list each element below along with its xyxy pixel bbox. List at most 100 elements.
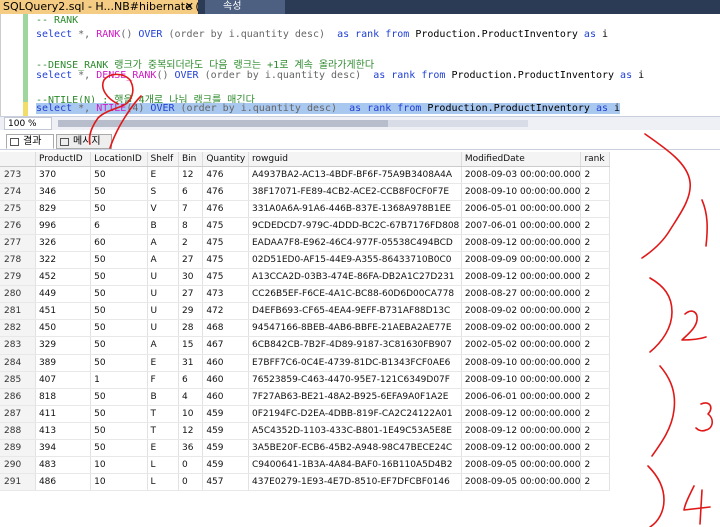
cell-rank[interactable]: 2 [580,371,610,389]
cell-productid[interactable]: 996 [35,217,92,235]
cell-shelf[interactable]: B [147,217,180,235]
cell-modifieddate[interactable]: 2002-05-02 00:00:00.000 [461,336,582,355]
cell-productid[interactable]: 346 [35,183,92,201]
cell-shelf[interactable]: B [147,388,180,406]
cell-rank[interactable]: 2 [580,439,610,458]
table-row[interactable]: 275 829 50 V 7 476 331A0A6A-91A6-446B-837E-136… [0,200,610,218]
cell-rank[interactable]: 2 [580,268,610,287]
cell-rank[interactable]: 2 [580,234,610,252]
cell-rank[interactable]: 2 [580,456,610,475]
table-row[interactable]: 290 483 10 L 0 459 C9400641-1B3A-4A84-BAF0-16B… [0,456,610,475]
cell-modifieddate[interactable]: 2008-09-02 00:00:00.000 [461,302,582,321]
cell-bin[interactable]: 27 [178,285,204,304]
cell-row-number[interactable]: 285 [0,371,36,389]
cell-rank[interactable]: 2 [580,319,610,338]
cell-rowguid[interactable]: D4EFB693-CF65-4EA4-9EFF-B731AF88D13C [248,302,462,321]
cell-rowguid[interactable]: 02D51ED0-AF15-44E9-A355-86433710B0C0 [248,251,462,270]
cell-modifieddate[interactable]: 2008-09-05 00:00:00.000 [461,473,582,492]
table-row[interactable]: 276 996 6 B 8 475 9CDEDCD7-979C-4DDD-BC2C-67B7… [0,217,610,235]
cell-rank[interactable]: 2 [580,166,610,184]
cell-bin[interactable]: 30 [178,268,204,287]
cell-rank[interactable]: 2 [580,405,610,423]
cell-shelf[interactable]: E [147,166,180,184]
cell-bin[interactable]: 27 [178,251,204,270]
cell-rowguid[interactable]: 9CDEDCD7-979C-4DDD-BC2C-67B7176FD808 [248,217,462,235]
cell-rowguid[interactable]: A4937BA2-AC13-4BDF-BF6F-75A9B3408A4A [248,166,462,184]
cell-rank[interactable]: 2 [580,354,610,372]
cell-modifieddate[interactable]: 2006-05-01 00:00:00.000 [461,200,582,218]
cell-modifieddate[interactable]: 2007-06-01 00:00:00.000 [461,217,582,235]
cell-locationid[interactable]: 60 [90,234,148,252]
cell-modifieddate[interactable]: 2008-09-02 00:00:00.000 [461,319,582,338]
cell-quantity[interactable]: 475 [202,234,249,252]
cell-quantity[interactable]: 459 [202,405,249,423]
cell-rowguid[interactable]: 7F27AB63-BE21-48A2-B925-6EFA9A0F1A2E [248,388,462,406]
cell-modifieddate[interactable]: 2008-09-10 00:00:00.000 [461,183,582,201]
cell-row-number[interactable]: 281 [0,302,36,321]
tab-messages[interactable]: 메시지 [56,134,112,149]
cell-rank[interactable]: 2 [580,217,610,235]
cell-bin[interactable]: 29 [178,302,204,321]
cell-shelf[interactable]: F [147,371,180,389]
cell-quantity[interactable]: 475 [202,217,249,235]
cell-shelf[interactable]: L [147,456,180,475]
cell-row-number[interactable]: 283 [0,336,36,355]
cell-productid[interactable]: 407 [35,371,92,389]
cell-rowguid[interactable]: 331A0A6A-91A6-446B-837E-1368A978B1EE [248,200,462,218]
cell-locationid[interactable]: 10 [90,456,148,475]
cell-row-number[interactable]: 287 [0,405,36,423]
cell-rowguid[interactable]: 94547166-8BEB-4AB6-BBFE-21AEBA2AE77E [248,319,462,338]
cell-modifieddate[interactable]: 2008-09-03 00:00:00.000 [461,166,582,184]
column-header-rank[interactable]: rank [580,152,610,167]
cell-modifieddate[interactable]: 2006-06-01 00:00:00.000 [461,388,582,406]
cell-row-number[interactable]: 279 [0,268,36,287]
cell-rank[interactable]: 2 [580,336,610,355]
cell-quantity[interactable]: 459 [202,422,249,441]
cell-rank[interactable]: 2 [580,473,610,492]
table-row[interactable]: 281 451 50 U 29 472 D4EFB693-CF65-4EA4-9EFF-B7… [0,302,610,321]
tab-properties[interactable]: 속성 [205,0,285,14]
column-header-rowguid[interactable]: rowguid [248,152,462,167]
cell-modifieddate[interactable]: 2008-09-12 00:00:00.000 [461,405,582,423]
cell-shelf[interactable]: E [147,354,180,372]
cell-shelf[interactable]: U [147,268,180,287]
query-editor[interactable]: -- RANK select *, RANK() OVER (order by … [0,14,720,116]
cell-rank[interactable]: 2 [580,251,610,270]
cell-row-number[interactable]: 286 [0,388,36,406]
cell-modifieddate[interactable]: 2008-09-12 00:00:00.000 [461,422,582,441]
column-header-locationid[interactable]: LocationID [90,152,148,167]
cell-quantity[interactable]: 473 [202,285,249,304]
cell-locationid[interactable]: 50 [90,354,148,372]
cell-row-number[interactable]: 291 [0,473,36,492]
cell-shelf[interactable]: A [147,336,180,355]
cell-bin[interactable]: 8 [178,217,204,235]
cell-shelf[interactable]: V [147,200,180,218]
cell-row-number[interactable]: 280 [0,285,36,304]
cell-modifieddate[interactable]: 2008-09-10 00:00:00.000 [461,354,582,372]
cell-bin[interactable]: 6 [178,371,204,389]
cell-shelf[interactable]: E [147,439,180,458]
cell-rank[interactable]: 2 [580,388,610,406]
cell-rank[interactable]: 2 [580,302,610,321]
row-number-header[interactable] [0,152,36,167]
cell-productid[interactable]: 486 [35,473,92,492]
table-row[interactable]: 285 407 1 F 6 460 76523859-C463-4470-95E7-121C… [0,371,610,389]
horizontal-scrollbar[interactable] [58,120,528,127]
cell-shelf[interactable]: S [147,183,180,201]
cell-bin[interactable]: 15 [178,336,204,355]
cell-row-number[interactable]: 276 [0,217,36,235]
zoom-select[interactable]: 100 % [4,117,52,130]
table-row[interactable]: 273 370 50 E 12 476 A4937BA2-AC13-4BDF-BF6F-75… [0,166,610,184]
cell-shelf[interactable]: L [147,473,180,492]
cell-quantity[interactable]: 475 [202,268,249,287]
table-row[interactable]: 286 818 50 B 4 460 7F27AB63-BE21-48A2-B925-6EF… [0,388,610,406]
cell-locationid[interactable]: 6 [90,217,148,235]
cell-rank[interactable]: 2 [580,183,610,201]
cell-locationid[interactable]: 50 [90,268,148,287]
cell-rowguid[interactable]: 437E0279-1E93-4E7D-8510-EF7DFCBF0146 [248,473,462,492]
table-row[interactable]: 289 394 50 E 36 459 3A5BE20F-ECB6-45B2-A948-98… [0,439,610,458]
cell-productid[interactable]: 829 [35,200,92,218]
cell-rowguid[interactable]: 6CB842CB-7B2F-4D89-9187-3C81630FB907 [248,336,462,355]
cell-productid[interactable]: 413 [35,422,92,441]
cell-quantity[interactable]: 459 [202,456,249,475]
